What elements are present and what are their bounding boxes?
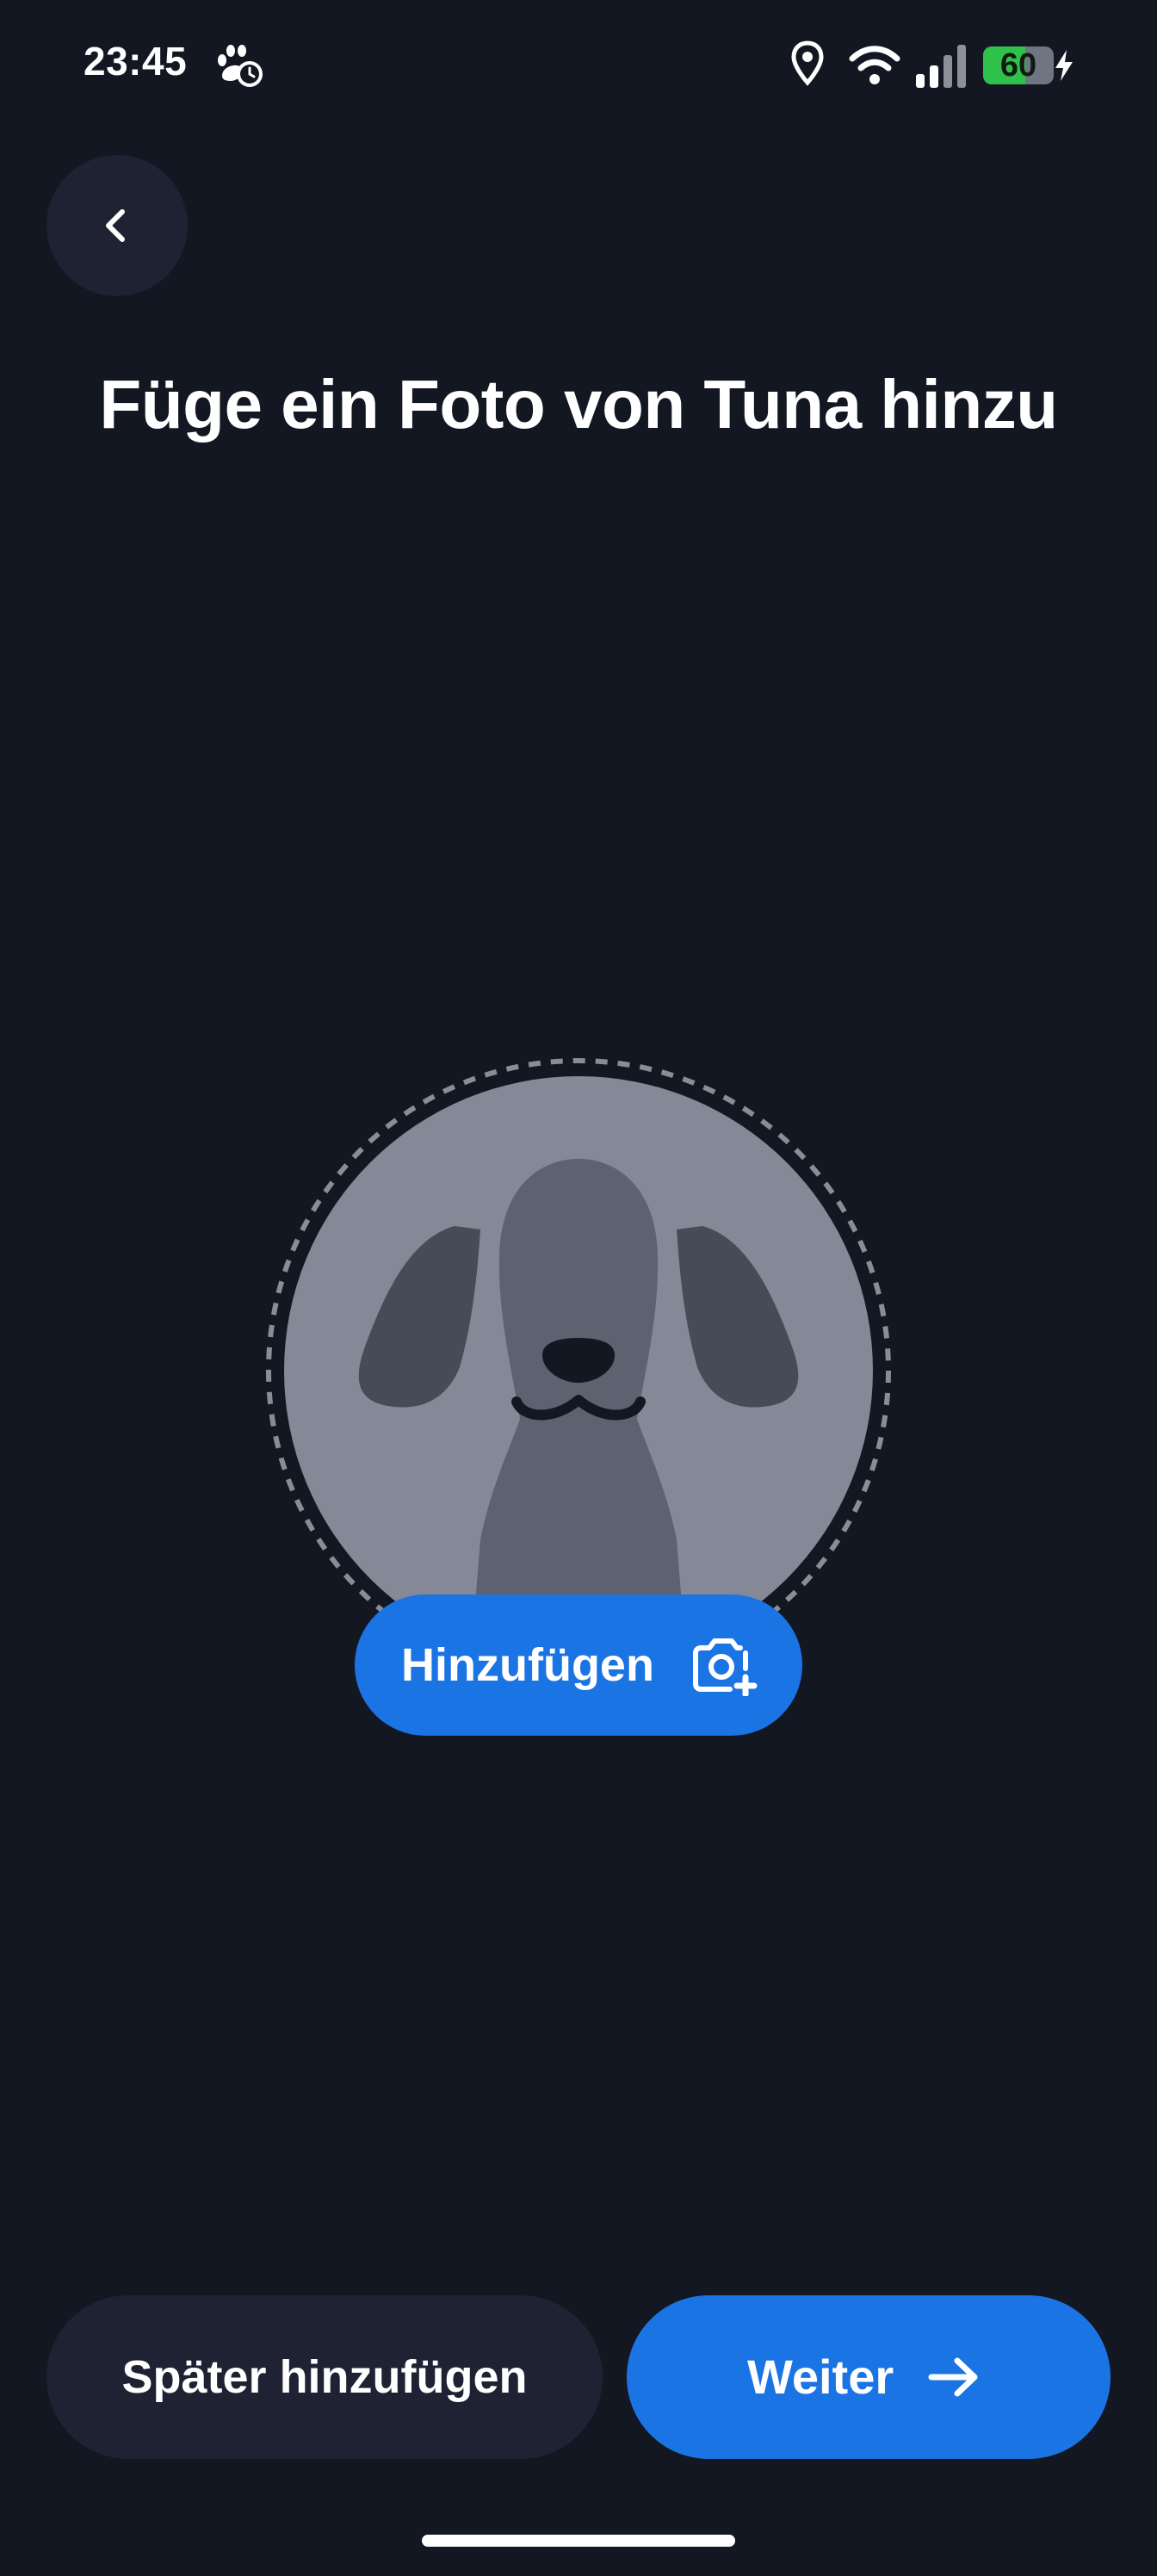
charging-bolt-icon bbox=[1052, 48, 1076, 83]
back-button[interactable] bbox=[46, 155, 188, 296]
page-title: Füge ein Foto von Tuna hinzu bbox=[99, 366, 1058, 443]
add-photo-button[interactable]: Hinzufügen bbox=[355, 1595, 802, 1736]
battery-level: 60 bbox=[999, 47, 1037, 84]
wifi-icon bbox=[849, 43, 900, 88]
cellular-signal-icon bbox=[914, 45, 968, 88]
home-indicator[interactable] bbox=[422, 2535, 735, 2547]
battery-icon: 60 bbox=[983, 46, 1054, 84]
paw-clock-icon bbox=[213, 43, 263, 88]
next-button[interactable]: Weiter bbox=[627, 2295, 1111, 2459]
location-pin-icon bbox=[789, 40, 826, 88]
add-later-label: Später hinzufügen bbox=[121, 2351, 528, 2403]
add-later-button[interactable]: Später hinzufügen bbox=[46, 2295, 603, 2459]
dog-silhouette-icon bbox=[266, 1058, 891, 1683]
chevron-left-icon bbox=[106, 209, 125, 242]
add-photo-label: Hinzufügen bbox=[401, 1639, 654, 1691]
next-label: Weiter bbox=[747, 2350, 894, 2404]
status-bar: 23:45 60 bbox=[0, 0, 1157, 129]
status-time: 23:45 bbox=[84, 39, 188, 84]
photo-upload-area[interactable] bbox=[265, 1057, 892, 1684]
arrow-right-icon bbox=[928, 2357, 978, 2397]
camera-plus-icon bbox=[693, 1638, 758, 1696]
